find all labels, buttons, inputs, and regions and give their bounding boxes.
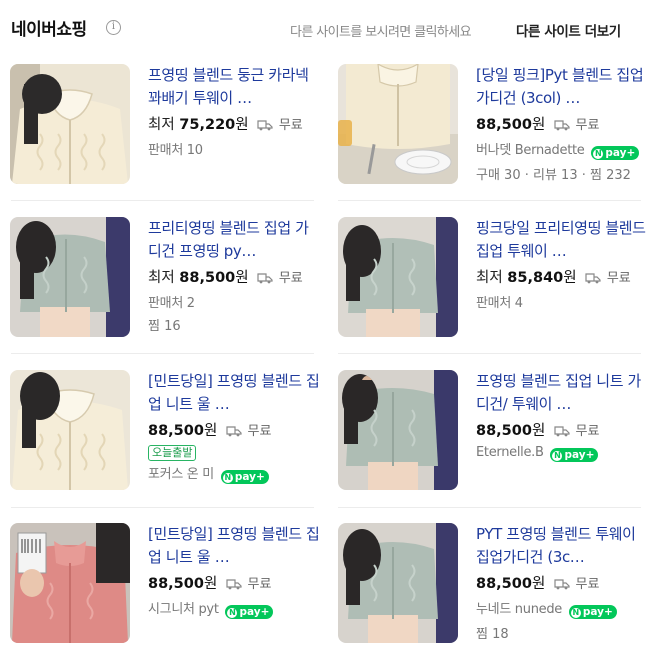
npay-badge-icon: Npay+ (568, 605, 617, 619)
seller-name[interactable]: 시그니처 pyt (148, 602, 219, 617)
product-thumbnail[interactable] (338, 370, 458, 490)
seller-name[interactable]: Eternelle.B (476, 445, 544, 460)
shipping-label: 무료 (606, 271, 631, 286)
npay-badge-icon: Npay+ (220, 470, 269, 484)
price-row: 최저 85,840원 무료 (476, 266, 648, 288)
currency-unit: 원 (235, 270, 249, 286)
price-row: 88,500원 무료 (476, 113, 648, 135)
product-thumbnail[interactable] (10, 370, 130, 490)
product-price: 88,500 (148, 423, 204, 439)
shipping-label: 무료 (247, 577, 272, 592)
seller-row: 포커스 온 미 Npay+ (148, 463, 320, 484)
currency-unit: 원 (235, 117, 249, 133)
product-price: 85,840 (507, 270, 564, 286)
product-thumbnail[interactable] (10, 217, 130, 337)
shipping-label: 무료 (575, 577, 600, 592)
seller-count: 판매처 2 (148, 296, 195, 311)
product-title[interactable]: 프리티영띵 블렌드 집업 가디건 프영띵 py… (148, 217, 320, 263)
truck-icon (554, 119, 570, 135)
product-price: 88,500 (476, 423, 532, 439)
product-thumbnail[interactable] (10, 64, 130, 184)
more-sites-link[interactable]: 다른 사이트 더보기 (516, 20, 621, 40)
same-day-badge: 오늘출발 (148, 445, 197, 461)
product-card[interactable]: [민트당일] 프영띵 블렌드 집업 니트 울 … 88,500원 무료 시그니처… (10, 523, 322, 653)
product-card[interactable]: 핑크당일 프리티영띵 블렌드 집업 투웨이 … 최저 85,840원 무료 판매… (338, 217, 650, 357)
brand-title[interactable]: 네이버쇼핑 (11, 15, 87, 40)
truck-icon (257, 119, 273, 135)
npay-badge-icon: Npay+ (591, 146, 640, 160)
truck-icon (554, 425, 570, 441)
product-card[interactable]: 프리티영띵 블렌드 집업 가디건 프영띵 py… 최저 88,500원 무료 판… (10, 217, 322, 357)
shipping-label: 무료 (575, 118, 600, 133)
shipping-label: 무료 (247, 424, 272, 439)
currency-unit: 원 (531, 423, 546, 439)
product-thumbnail[interactable] (10, 523, 130, 643)
currency-unit: 원 (203, 576, 218, 592)
shipping-label: 무료 (575, 424, 600, 439)
seller-name[interactable]: 누네드 nunede (476, 602, 562, 617)
price-row: 최저 75,220원 무료 (148, 113, 320, 135)
product-card[interactable]: 프영띵 블렌드 집업 니트 가디건/ 투웨이 … 88,500원 무료 Eter… (338, 370, 650, 510)
truck-icon (585, 272, 601, 288)
price-row: 88,500원 무료 (476, 419, 648, 441)
product-card[interactable]: PYT 프영띵 블렌드 투웨이 집업가디건 (3c… 88,500원 무료 누네… (338, 523, 650, 653)
seller-row: 시그니처 pyt Npay+ (148, 598, 320, 619)
currency-unit: 원 (563, 270, 577, 286)
product-price: 88,500 (476, 576, 532, 592)
truck-icon (257, 272, 273, 288)
currency-unit: 원 (203, 423, 218, 439)
price-row: 88,500원 무료 (148, 572, 320, 594)
truck-icon (226, 578, 242, 594)
seller-name[interactable]: 버나뎃 Bernadette (476, 143, 585, 158)
product-price: 88,500 (476, 117, 532, 133)
currency-unit: 원 (531, 117, 546, 133)
product-price: 88,500 (148, 576, 204, 592)
seller-count: 판매처 10 (148, 143, 203, 158)
truck-icon (226, 425, 242, 441)
shopping-header: 네이버쇼핑 i 다른 사이트를 보시려면 클릭하세요 다른 사이트 더보기 (0, 0, 653, 54)
shipping-label: 무료 (278, 118, 303, 133)
hint-text: 다른 사이트를 보시려면 클릭하세요 (290, 25, 472, 40)
seller-row: 버나뎃 Bernadette Npay+ (476, 139, 648, 160)
info-icon[interactable]: i (106, 20, 121, 35)
price-row: 88,500원 무료 (476, 572, 648, 594)
product-price: 88,500 (179, 270, 236, 286)
seller-row: Eternelle.B Npay+ (476, 445, 648, 462)
price-row: 88,500원 무료 (148, 419, 320, 441)
product-card[interactable]: 프영띵 블렌드 둥근 카라넥 꽈배기 투웨이 … 최저 75,220원 무료 판… (10, 64, 322, 204)
product-title[interactable]: PYT 프영띵 블렌드 투웨이 집업가디건 (3c… (476, 523, 648, 569)
product-thumbnail[interactable] (338, 217, 458, 337)
npay-badge-icon: Npay+ (550, 448, 599, 462)
wishlist-count: 찜 16 (148, 319, 181, 334)
product-title[interactable]: 프영띵 블렌드 둥근 카라넥 꽈배기 투웨이 … (148, 64, 320, 110)
product-title[interactable]: 핑크당일 프리티영띵 블렌드 집업 투웨이 … (476, 217, 648, 263)
seller-count: 판매처 4 (476, 296, 523, 311)
product-thumbnail[interactable] (338, 523, 458, 643)
price-row: 최저 88,500원 무료 (148, 266, 320, 288)
npay-badge-icon: Npay+ (225, 605, 274, 619)
product-title[interactable]: [민트당일] 프영띵 블렌드 집업 니트 울 … (148, 523, 320, 569)
product-title[interactable]: [민트당일] 프영띵 블렌드 집업 니트 울 … (148, 370, 320, 416)
currency-unit: 원 (531, 576, 546, 592)
product-title[interactable]: [당일 핑크]Pyt 블렌드 집업 가디건 (3col) … (476, 64, 648, 110)
seller-row: 누네드 nunede Npay+ (476, 598, 648, 619)
product-title[interactable]: 프영띵 블렌드 집업 니트 가디건/ 투웨이 … (476, 370, 648, 416)
product-card[interactable]: [민트당일] 프영띵 블렌드 집업 니트 울 … 88,500원 무료 오늘출발… (10, 370, 322, 510)
price-prefix: 최저 (476, 270, 503, 286)
wishlist-count: 찜 18 (476, 627, 509, 642)
product-card[interactable]: [당일 핑크]Pyt 블렌드 집업 가디건 (3col) … 88,500원 무… (338, 64, 650, 204)
seller-name[interactable]: 포커스 온 미 (148, 467, 214, 482)
product-price: 75,220 (179, 117, 236, 133)
purchase-stats: 구매 30 · 리뷰 13 · 찜 232 (476, 168, 631, 183)
price-prefix: 최저 (148, 270, 175, 286)
truck-icon (554, 578, 570, 594)
price-prefix: 최저 (148, 117, 175, 133)
product-thumbnail[interactable] (338, 64, 458, 184)
shipping-label: 무료 (278, 271, 303, 286)
